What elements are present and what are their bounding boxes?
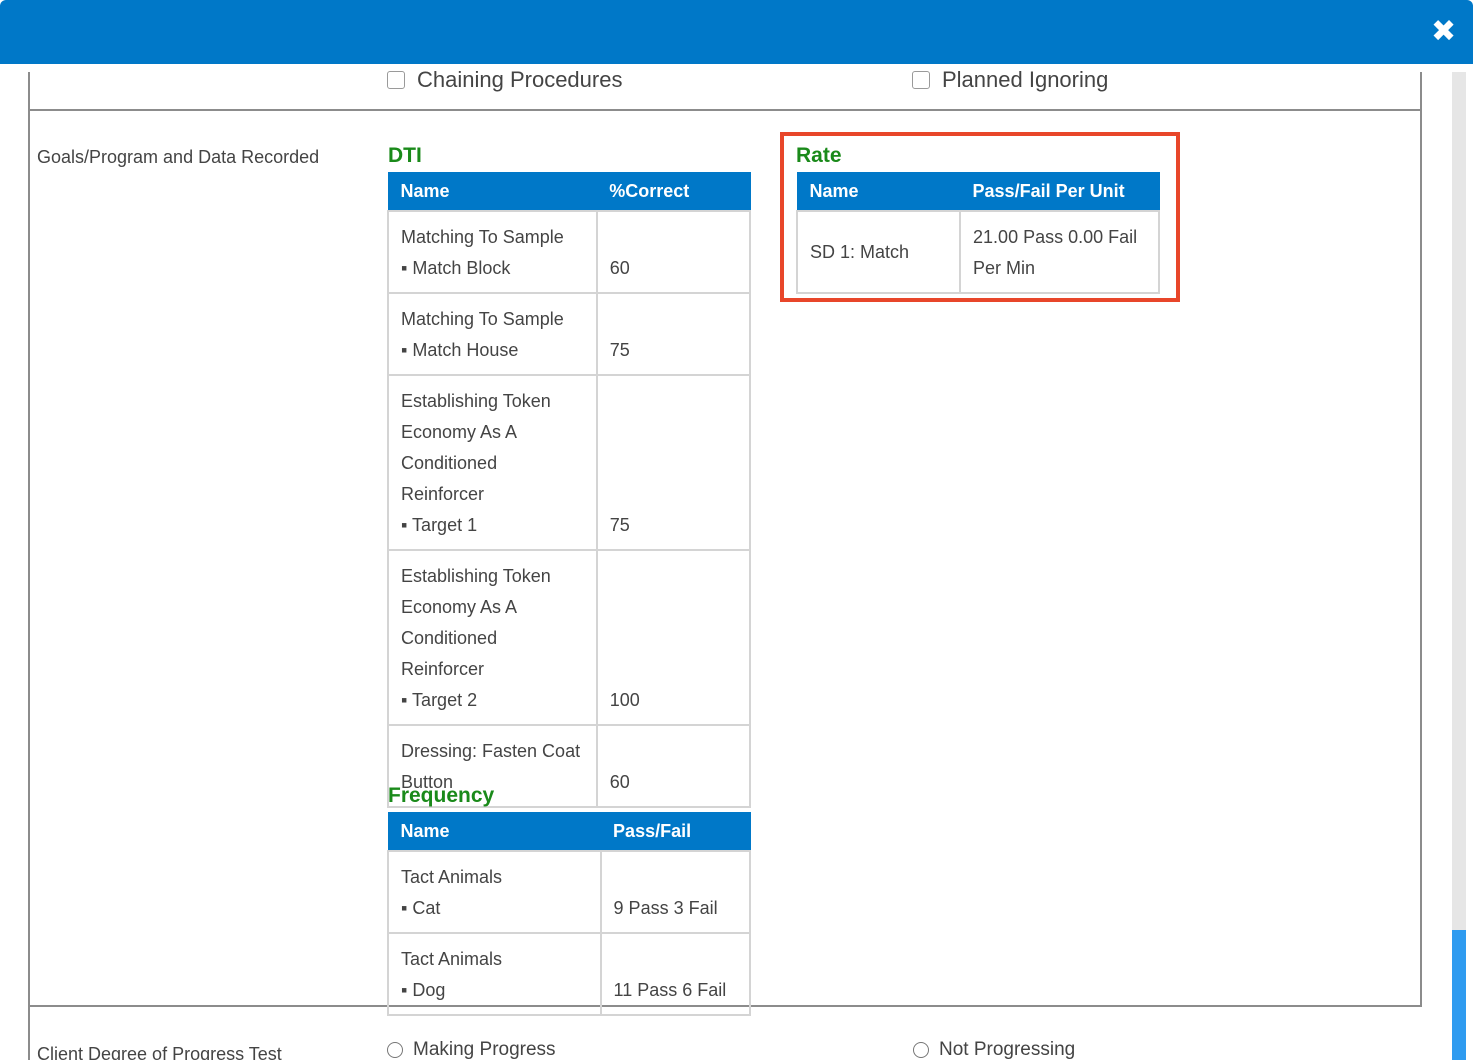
cell-value: 9 Pass 3 Fail [599,849,752,934]
option-chaining-procedures[interactable]: Chaining Procedures [387,67,622,93]
table-border-right [1420,72,1422,1006]
radio-button[interactable] [913,1042,929,1058]
cell-value: 75 [595,291,752,376]
cell-value: 11 Pass 6 Fail [599,931,752,1016]
goals-program-label: Goals/Program and Data Recorded [37,147,320,167]
cell-value: 60 [595,209,752,294]
dti-table: Name %Correct Matching To Sample ▪ Match … [387,172,752,808]
table-row: Matching To Sample ▪ Match House 75 [387,291,752,376]
column-header-name: Name [387,812,602,851]
checkbox[interactable] [912,71,930,89]
table-row: Establishing Token Economy As A Conditio… [387,548,752,726]
column-header-name: Name [387,172,598,211]
scrollbar-thumb[interactable] [1452,930,1466,1060]
cell-name: Tact Animals ▪ Dog [387,931,602,1016]
table-row: Establishing Token Economy As A Conditio… [387,373,752,551]
option-making-progress[interactable]: Making Progress [387,1039,556,1060]
cell-name: Establishing Token Economy As A Conditio… [387,373,598,551]
cell-name: Matching To Sample ▪ Match Block [387,209,598,294]
option-label: Chaining Procedures [417,67,623,92]
option-not-progressing[interactable]: Not Progressing [913,1039,1075,1060]
cell-value: 75 [595,373,752,551]
column-header-pass-fail: Pass/Fail [600,812,751,851]
dialog-titlebar: ✖ [0,0,1473,64]
dti-title: DTI [388,144,422,167]
progress-label: Client Degree of Progress Test [37,1044,282,1060]
dialog-content: Chaining Procedures Planned Ignoring Goa… [0,64,1473,1060]
table-row: Matching To Sample ▪ Match Block 60 [387,209,752,294]
option-label: Planned Ignoring [942,67,1109,92]
rate-table: Name Pass/Fail Per Unit SD 1: Match 21.0… [795,172,1160,294]
close-icon[interactable]: ✖ [1431,17,1456,47]
cell-value: 60 [595,723,752,808]
option-planned-ignoring[interactable]: Planned Ignoring [912,67,1108,93]
column-header-percent-correct: %Correct [596,172,751,211]
scrollbar-track[interactable] [1452,72,1466,1060]
radio-button[interactable] [387,1042,403,1058]
checkbox[interactable] [387,71,405,89]
table-border-left [28,72,30,1060]
table-row: Tact Animals ▪ Dog 11 Pass 6 Fail [387,931,752,1016]
rate-title: Rate [796,144,842,167]
cell-name: Matching To Sample ▪ Match House [387,291,598,376]
column-header-name: Name [796,172,961,211]
cell-name: SD 1: Match [795,209,962,294]
cell-name: Establishing Token Economy As A Conditio… [387,548,598,726]
cell-value: 100 [595,548,752,726]
table-row: Tact Animals ▪ Cat 9 Pass 3 Fail [387,849,752,934]
row-divider [28,109,1422,111]
frequency-table: Name Pass/Fail Tact Animals ▪ Cat 9 Pass … [387,812,752,1016]
column-header-pass-fail-per-unit: Pass/Fail Per Unit [959,172,1160,211]
option-label: Making Progress [413,1039,556,1060]
cell-value: 21.00 Pass 0.00 Fail Per Min [959,209,1160,294]
option-label: Not Progressing [939,1039,1076,1060]
cell-name: Tact Animals ▪ Cat [387,849,602,934]
table-row: SD 1: Match 21.00 Pass 0.00 Fail Per Min [795,209,1160,294]
frequency-title: Frequency [388,784,495,807]
